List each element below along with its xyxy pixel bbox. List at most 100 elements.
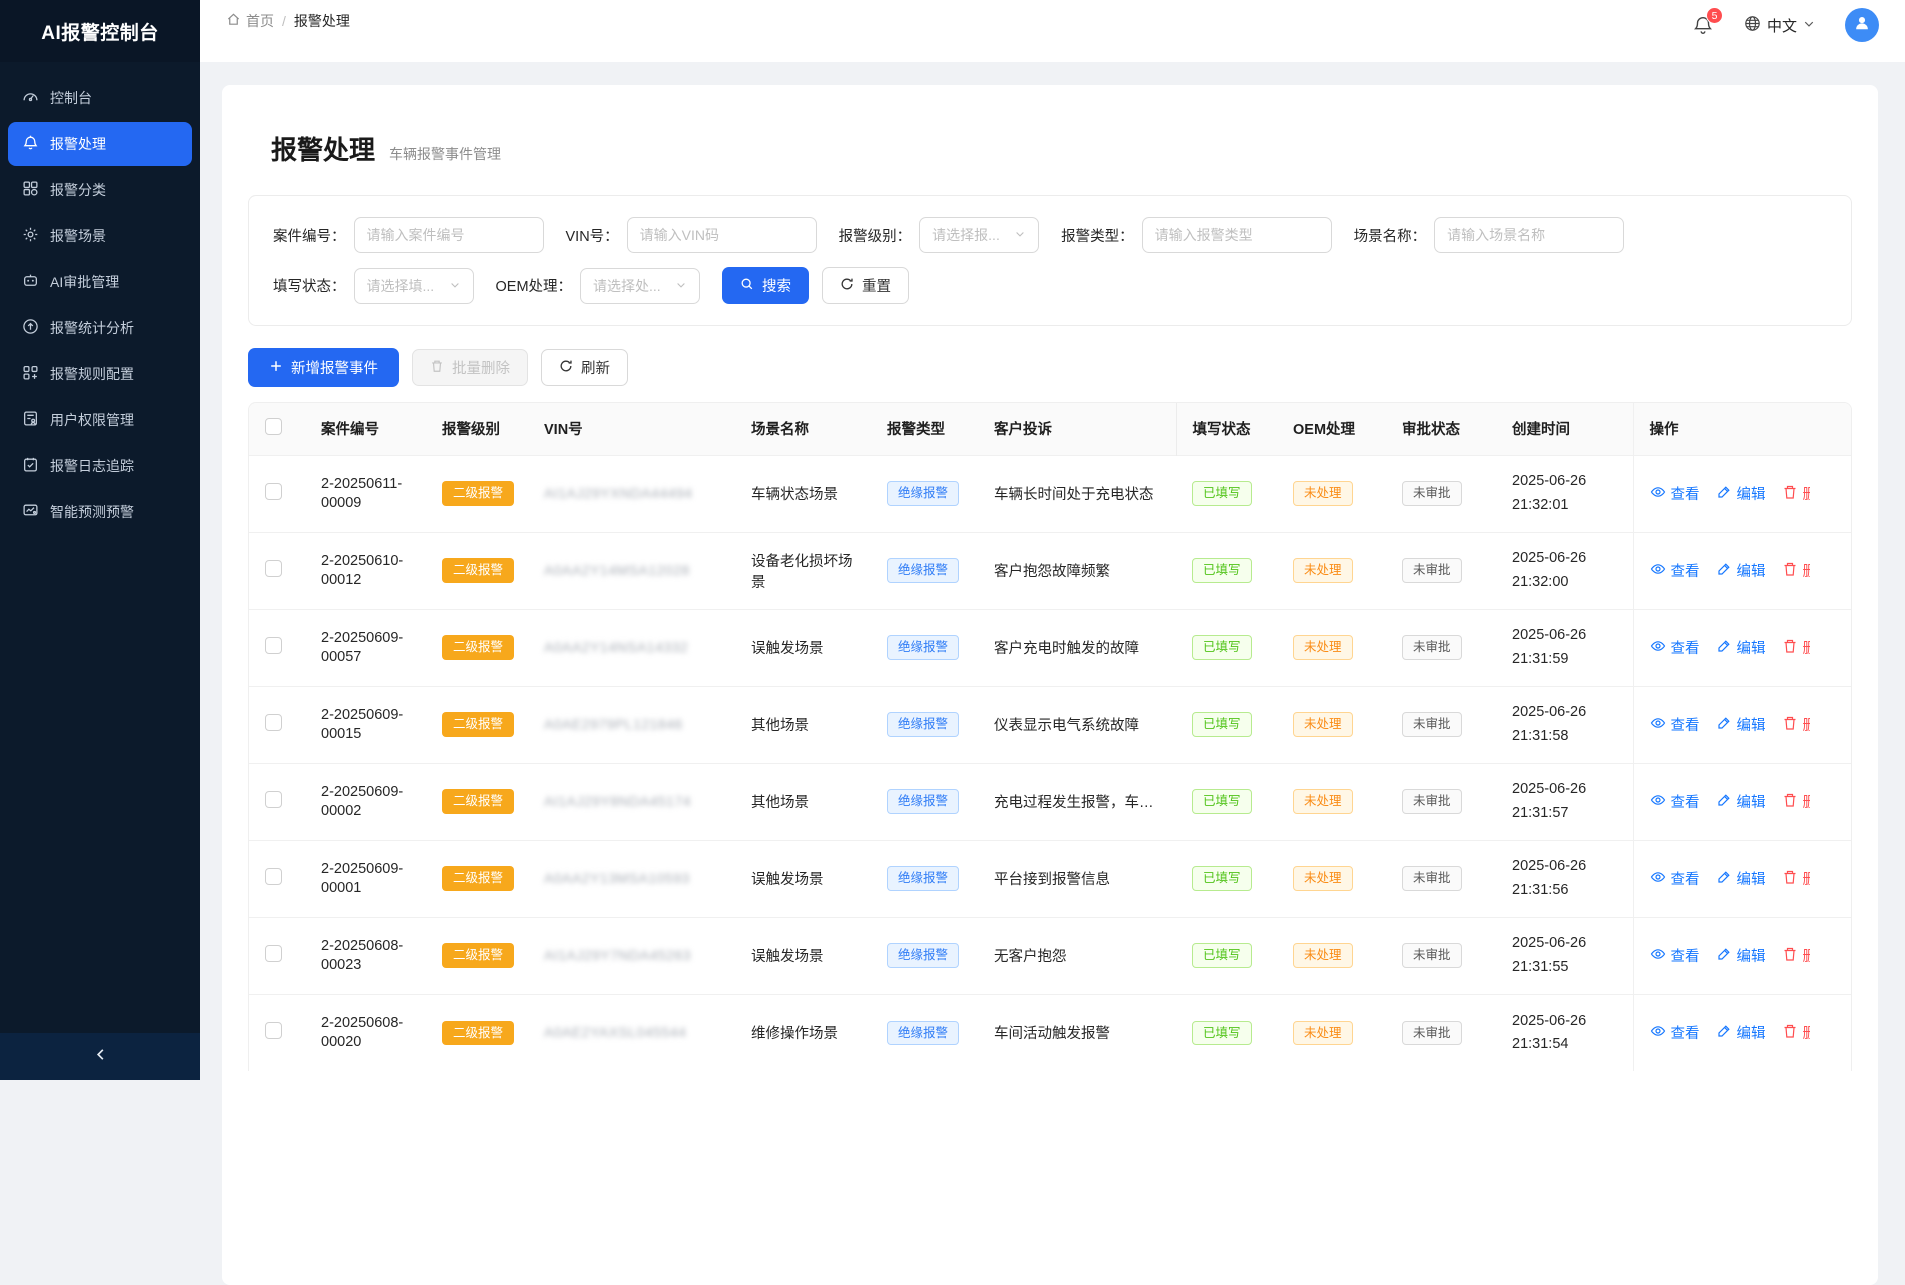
- row-checkbox[interactable]: [265, 637, 282, 654]
- row-checkbox[interactable]: [265, 868, 282, 885]
- filter-input[interactable]: 请输入场景名称: [1434, 217, 1624, 253]
- row-checkbox[interactable]: [265, 560, 282, 577]
- sidebar-item-label: 报警规则配置: [50, 364, 134, 384]
- edit-button[interactable]: 编辑: [1716, 1022, 1766, 1043]
- batch-delete-button[interactable]: 批量删除: [412, 349, 528, 386]
- notification-badge: 5: [1706, 7, 1723, 24]
- fill-status-badge: 已填写: [1192, 1021, 1252, 1046]
- view-button[interactable]: 查看: [1650, 637, 1700, 658]
- sidebar-item-label: 用户权限管理: [50, 410, 134, 430]
- delete-button[interactable]: 删除: [1782, 945, 1810, 966]
- reset-button[interactable]: 重置: [822, 267, 909, 304]
- table-row: 2-20250609-00001 二级报警 A0AA2Y13MSA10593 误…: [249, 840, 1852, 917]
- filter-input[interactable]: 请输入报警类型: [1142, 217, 1332, 253]
- edit-button[interactable]: 编辑: [1716, 945, 1766, 966]
- alarm-type-badge: 绝缘报警: [887, 943, 959, 968]
- sidebar-item-user-permission[interactable]: 用户权限管理: [8, 398, 192, 442]
- filter-select[interactable]: 请选择报...: [919, 217, 1039, 253]
- delete-button[interactable]: 删除: [1782, 637, 1810, 658]
- view-button[interactable]: 查看: [1650, 1022, 1700, 1043]
- language-selector[interactable]: 中文: [1744, 15, 1815, 36]
- sidebar-item-category[interactable]: 报警分类: [8, 168, 192, 212]
- delete-button[interactable]: 删除: [1782, 560, 1810, 581]
- breadcrumb-home[interactable]: 首页: [226, 11, 274, 31]
- trash-icon: [1782, 638, 1798, 658]
- filter-field: VIN号：请输入VIN码: [566, 217, 817, 253]
- filter-input[interactable]: 请输入案件编号: [354, 217, 544, 253]
- chevron-down-icon: [1803, 17, 1815, 34]
- created-date: 2025-06-26: [1512, 855, 1617, 878]
- edit-button[interactable]: 编辑: [1716, 483, 1766, 504]
- filter-label: 案件编号：: [273, 225, 346, 246]
- scene-name: 误触发场景: [751, 872, 824, 888]
- view-button[interactable]: 查看: [1650, 483, 1700, 504]
- table-row: 2-20250609-00002 二级报警 AI1AJ29Y8NDA45174 …: [249, 763, 1852, 840]
- add-alarm-event-button[interactable]: 新增报警事件: [248, 348, 399, 387]
- pencil-icon: [1716, 1023, 1732, 1043]
- vin-text: A0AE2YAXSL045544: [544, 1024, 686, 1040]
- delete-button[interactable]: 删除: [1782, 483, 1810, 504]
- view-button[interactable]: 查看: [1650, 791, 1700, 812]
- edit-button[interactable]: 编辑: [1716, 868, 1766, 889]
- view-button[interactable]: 查看: [1650, 945, 1700, 966]
- user-avatar[interactable]: [1845, 8, 1879, 42]
- sidebar-item-gauge[interactable]: 控制台: [8, 76, 192, 120]
- row-checkbox[interactable]: [265, 1022, 282, 1039]
- row-checkbox[interactable]: [265, 945, 282, 962]
- fill-status-badge: 已填写: [1192, 943, 1252, 968]
- sidebar-item-robot[interactable]: AI审批管理: [8, 260, 192, 304]
- search-button[interactable]: 搜索: [722, 267, 809, 304]
- case-id: 2-20250608-00023: [321, 937, 410, 975]
- sidebar-item-upload[interactable]: 报警统计分析: [8, 306, 192, 350]
- table-row: 2-20250609-00015 二级报警 A0AE2979PL121846 其…: [249, 686, 1852, 763]
- select-all-checkbox[interactable]: [265, 418, 282, 435]
- fill-status-badge: 已填写: [1192, 789, 1252, 814]
- sidebar-item-log[interactable]: 报警日志追踪: [8, 444, 192, 488]
- created-date: 2025-06-26: [1512, 547, 1617, 570]
- row-checkbox[interactable]: [265, 714, 282, 731]
- refresh-button[interactable]: 刷新: [541, 349, 628, 386]
- refresh-icon: [559, 359, 573, 377]
- sidebar-collapse-button[interactable]: [0, 1033, 200, 1080]
- sidebar-item-gear[interactable]: 报警场景: [8, 214, 192, 258]
- app-title: AI报警控制台: [0, 0, 200, 62]
- edit-button[interactable]: 编辑: [1716, 560, 1766, 581]
- sidebar-item-trend[interactable]: 智能预测预警: [8, 490, 192, 534]
- search-icon: [740, 277, 754, 295]
- trash-icon: [430, 359, 444, 377]
- delete-button[interactable]: 删除: [1782, 1022, 1810, 1043]
- edit-button[interactable]: 编辑: [1716, 714, 1766, 735]
- created-time: 21:31:58: [1512, 725, 1617, 748]
- view-button[interactable]: 查看: [1650, 560, 1700, 581]
- oem-status-badge: 未处理: [1293, 635, 1353, 660]
- delete-button[interactable]: 删除: [1782, 714, 1810, 735]
- view-button[interactable]: 查看: [1650, 868, 1700, 889]
- sidebar-item-bell[interactable]: 报警处理: [8, 122, 192, 166]
- filter-input[interactable]: 请输入VIN码: [627, 217, 817, 253]
- row-checkbox[interactable]: [265, 483, 282, 500]
- filter-label: 场景名称：: [1354, 225, 1427, 246]
- row-checkbox[interactable]: [265, 791, 282, 808]
- view-button[interactable]: 查看: [1650, 714, 1700, 735]
- created-time: 21:31:54: [1512, 1033, 1617, 1056]
- delete-button[interactable]: 删除: [1782, 868, 1810, 889]
- edit-button[interactable]: 编辑: [1716, 791, 1766, 812]
- filter-select[interactable]: 请选择填...: [354, 268, 474, 304]
- sidebar-item-rules[interactable]: 报警规则配置: [8, 352, 192, 396]
- case-id: 2-20250609-00001: [321, 860, 410, 898]
- filter-field: 报警级别：请选择报...: [839, 217, 1040, 253]
- alarm-level-badge: 二级报警: [442, 481, 514, 506]
- case-id: 2-20250610-00012: [321, 552, 410, 590]
- edit-button[interactable]: 编辑: [1716, 637, 1766, 658]
- alarm-type-badge: 绝缘报警: [887, 1021, 959, 1046]
- filter-field: 案件编号： 请输入案件编号: [273, 217, 544, 253]
- notification-bell-button[interactable]: 5: [1692, 14, 1714, 36]
- chevron-down-icon: [449, 278, 461, 294]
- delete-button[interactable]: 删除: [1782, 791, 1810, 812]
- eye-icon: [1650, 869, 1666, 889]
- column-header: 填写状态: [1176, 403, 1277, 455]
- filter-select[interactable]: 请选择处...: [580, 268, 700, 304]
- category-icon: [22, 180, 39, 200]
- sidebar-item-label: 报警分类: [50, 180, 106, 200]
- alarm-type-badge: 绝缘报警: [887, 635, 959, 660]
